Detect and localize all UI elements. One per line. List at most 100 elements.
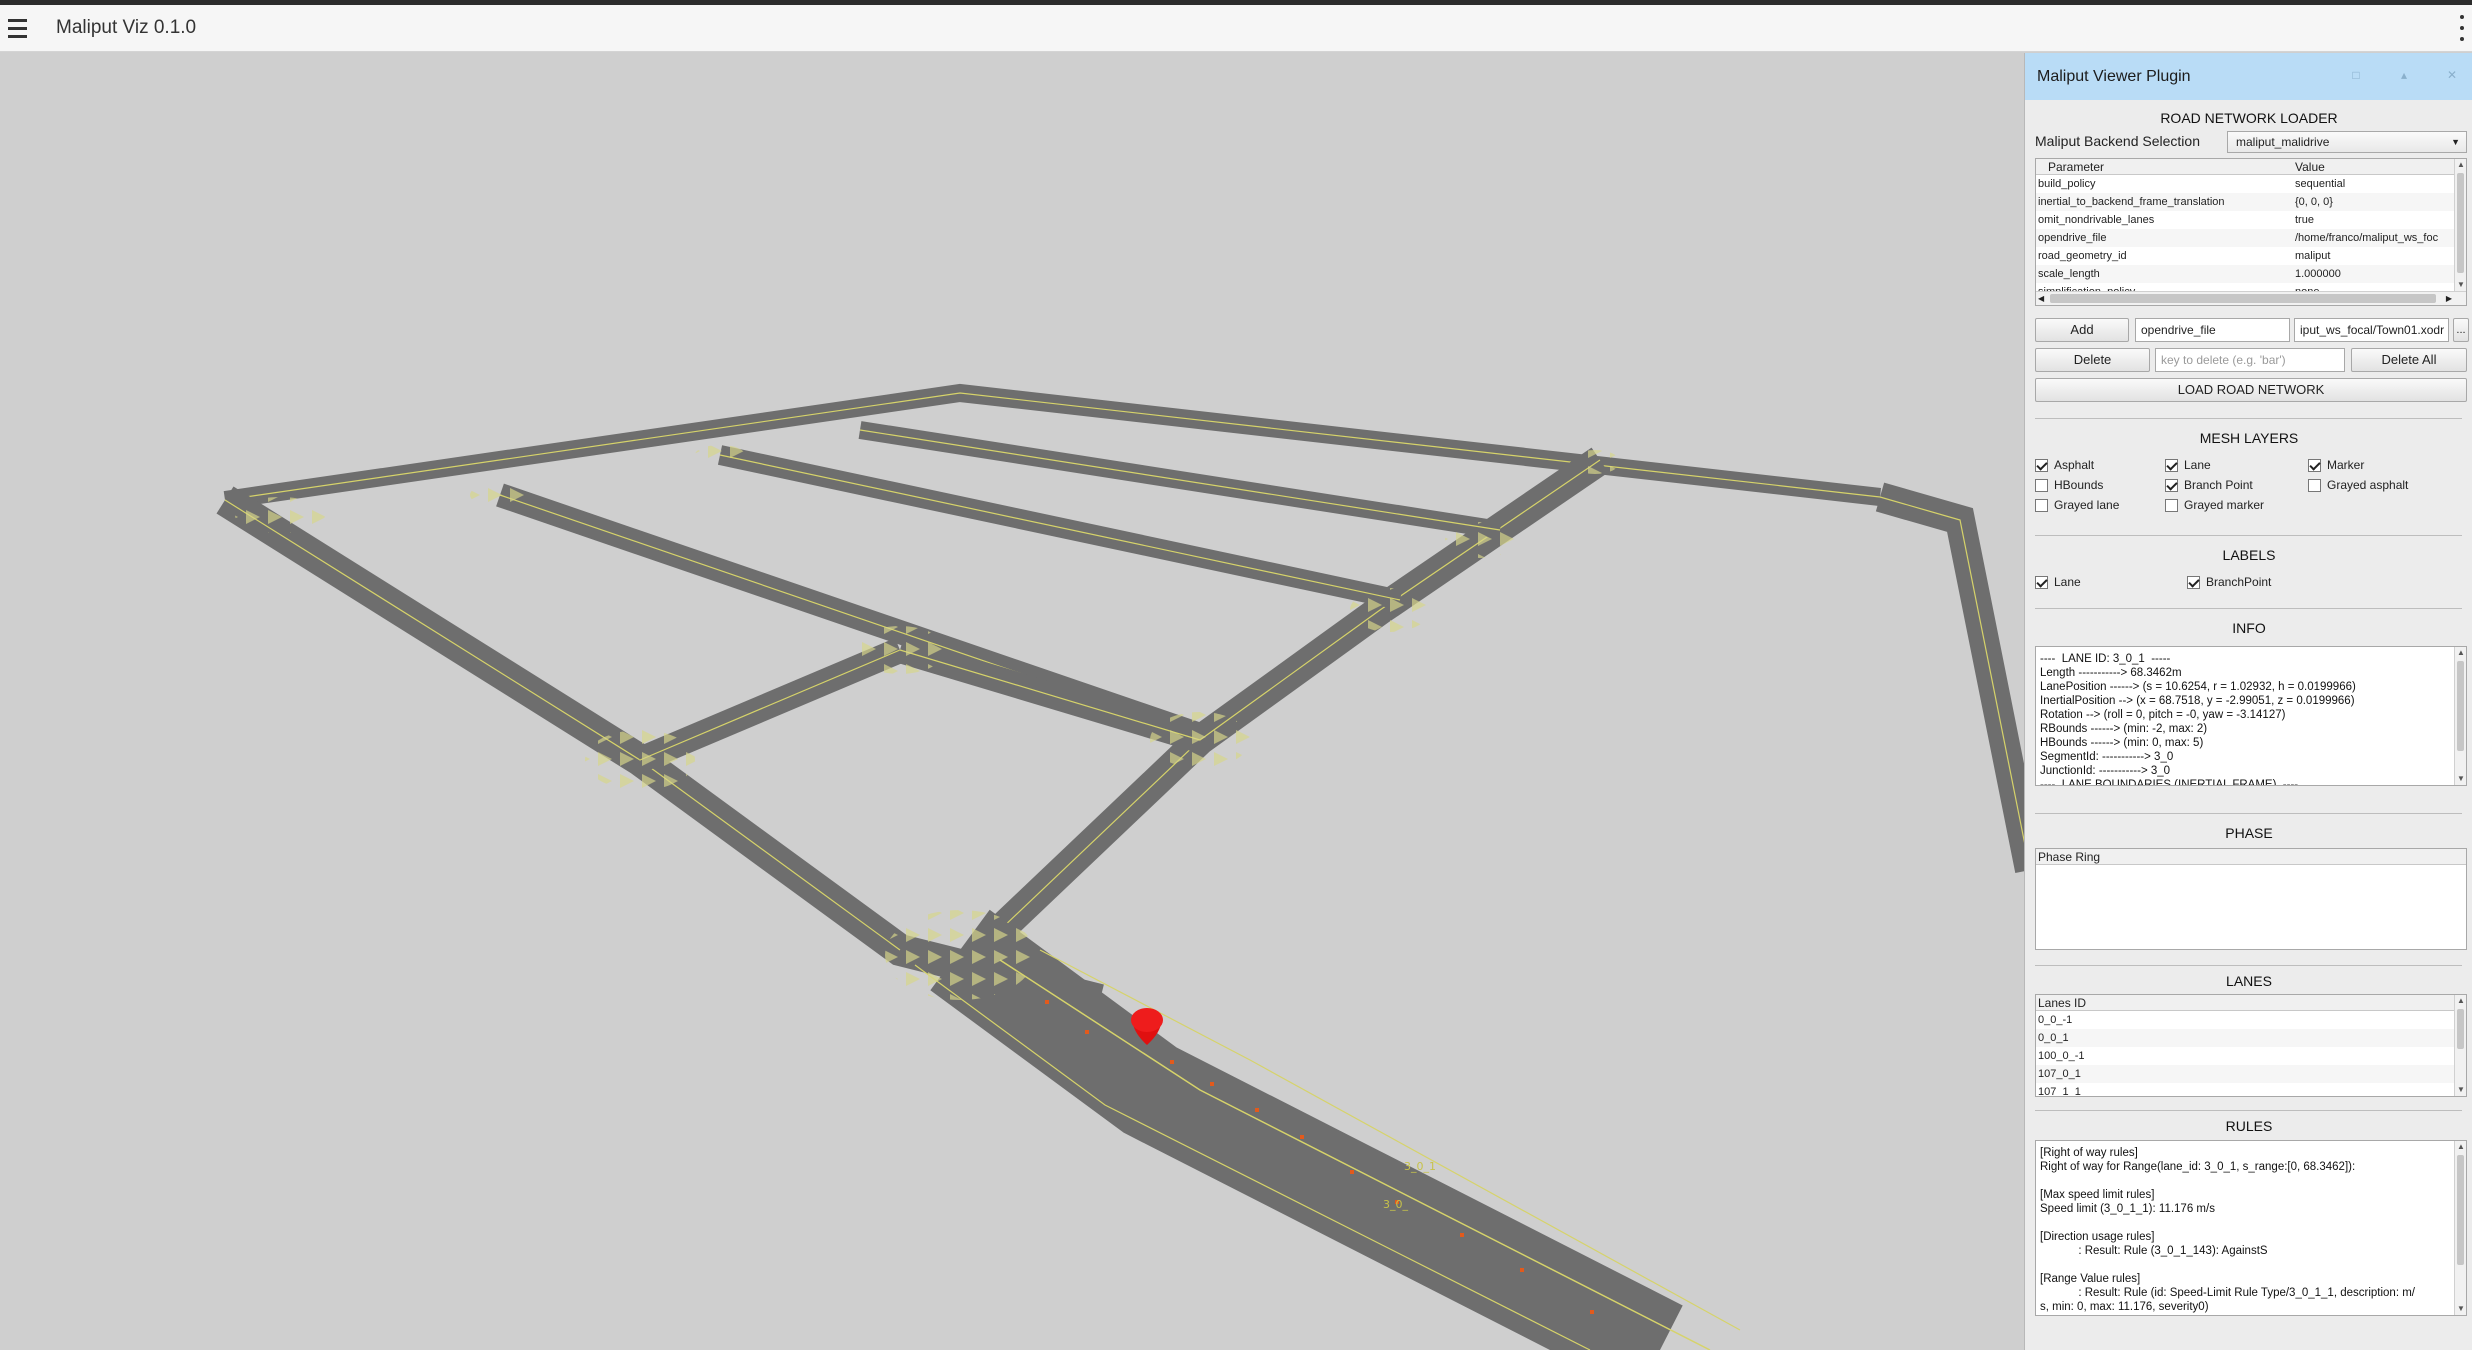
3d-viewport[interactable]: 3_0_1 3_0_ [0, 53, 2024, 1350]
checkbox-icon[interactable] [2187, 575, 2200, 589]
rules-line: [Range Value rules] [2040, 1273, 2141, 1285]
checkbox-label: Grayed asphalt [2327, 478, 2409, 492]
info-line: Rotation --> (roll = 0, pitch = -0, yaw … [2040, 709, 2286, 721]
scroll-left-icon[interactable]: ◀ [2038, 292, 2044, 305]
scroll-down-icon[interactable]: ▼ [2455, 773, 2466, 785]
lanes-scrollbar[interactable]: ▲ ▼ [2454, 995, 2466, 1096]
lane-list-item[interactable]: 107_0_1 [2036, 1065, 2466, 1083]
mesh-layer-checkbox[interactable]: Grayed lane [2035, 498, 2119, 512]
parameter-row[interactable]: build_policy sequential [2036, 175, 2466, 193]
parameters-table[interactable]: Parameter Value build_policy sequential in… [2035, 158, 2467, 306]
checkbox-icon[interactable] [2035, 575, 2048, 589]
lanes-rows: 0_0_-1 0_0_1 100_0_-1 107_0_1 107_1_1 [2036, 1011, 2466, 1096]
scroll-down-icon[interactable]: ▼ [2455, 1303, 2466, 1315]
delete-all-button[interactable]: Delete All [2351, 348, 2467, 372]
mesh-layer-checkbox[interactable]: Grayed asphalt [2308, 478, 2408, 492]
phase-ring-tree[interactable]: Phase Ring [2035, 848, 2467, 950]
parameter-row[interactable]: inertial_to_backend_frame_translation {0,… [2036, 193, 2466, 211]
add-key-input[interactable]: opendrive_file [2135, 318, 2290, 342]
add-parameter-button[interactable]: Add [2035, 318, 2129, 342]
rules-line: [Max speed limit rules] [2040, 1189, 2155, 1201]
scroll-down-icon[interactable]: ▼ [2455, 1084, 2466, 1096]
info-line: Length -----------> 68.3462m [2040, 667, 2182, 679]
parameter-value: true [2295, 214, 2314, 226]
scrollbar-thumb[interactable] [2457, 1009, 2464, 1049]
road-network-scene[interactable]: 3_0_1 3_0_ [0, 53, 2024, 1350]
scrollbar-thumb[interactable] [2457, 173, 2464, 273]
scroll-up-icon[interactable]: ▲ [2455, 159, 2466, 171]
parameter-row[interactable]: omit_nondrivable_lanes true [2036, 211, 2466, 229]
close-icon[interactable]: ✕ [2444, 67, 2460, 83]
params-vertical-scrollbar[interactable]: ▲ ▼ [2454, 159, 2466, 291]
lanes-list[interactable]: Lanes ID 0_0_-1 0_0_1 100_0_-1 107_0_1 107_1… [2035, 994, 2467, 1097]
more-options-icon[interactable] [2456, 15, 2468, 41]
info-textbox[interactable]: ---- LANE ID: 3_0_1 ----- Length --------… [2035, 646, 2467, 786]
label-checkbox[interactable]: BranchPoint [2187, 575, 2271, 589]
checkbox-icon[interactable] [2308, 458, 2321, 472]
checkbox-icon[interactable] [2165, 498, 2178, 512]
scroll-down-icon[interactable]: ▼ [2455, 279, 2466, 291]
lane-list-item[interactable]: 107_1_1 [2036, 1083, 2466, 1096]
rules-scrollbar[interactable]: ▲ ▼ [2454, 1141, 2466, 1315]
info-line: InertialPosition --> (x = 68.7518, y = -… [2040, 695, 2355, 707]
checkbox-icon[interactable] [2035, 478, 2048, 492]
add-value-input[interactable]: iput_ws_focal/Town01.xodr [2294, 318, 2449, 342]
rules-line: : Result: Rule (3_0_1_143): AgainstS [2040, 1245, 2268, 1257]
mesh-layer-checkbox[interactable]: Lane [2165, 458, 2211, 472]
collapse-icon[interactable]: ▴ [2396, 67, 2412, 83]
checkbox-icon[interactable] [2035, 458, 2048, 472]
mesh-layer-checkbox[interactable]: Marker [2308, 458, 2364, 472]
checkbox-label: Lane [2184, 458, 2211, 472]
divider [2035, 965, 2462, 966]
rules-line: [Direction usage rules] [2040, 1231, 2155, 1243]
parameter-value: {0, 0, 0} [2295, 196, 2333, 208]
lane-list-item[interactable]: 0_0_-1 [2036, 1011, 2466, 1029]
rules-textbox[interactable]: [Right of way rules] Right of way for Ran… [2035, 1140, 2467, 1316]
load-road-network-button[interactable]: LOAD ROAD NETWORK [2035, 378, 2467, 402]
checkbox-icon[interactable] [2308, 478, 2321, 492]
rules-line: Right of way for Range(lane_id: 3_0_1, s… [2040, 1161, 2356, 1173]
rules-line [2040, 1258, 2450, 1272]
scroll-up-icon[interactable]: ▲ [2455, 995, 2466, 1007]
parameter-row[interactable]: scale_length 1.000000 [2036, 265, 2466, 283]
backend-selection-label: Maliput Backend Selection [2035, 133, 2200, 149]
info-scrollbar[interactable]: ▲ ▼ [2454, 647, 2466, 785]
scroll-right-icon[interactable]: ▶ [2446, 292, 2452, 305]
browse-file-button[interactable]: ... [2453, 318, 2469, 342]
mesh-layer-checkbox[interactable]: Asphalt [2035, 458, 2094, 472]
scroll-up-icon[interactable]: ▲ [2455, 1141, 2466, 1153]
scrollbar-thumb[interactable] [2457, 1155, 2464, 1265]
parameter-row[interactable]: road_geometry_id maliput [2036, 247, 2466, 265]
backend-select[interactable]: maliput_malidrive ▼ [2227, 131, 2467, 153]
hamburger-menu-icon[interactable] [0, 11, 34, 45]
parameter-key: inertial_to_backend_frame_translation [2038, 196, 2225, 208]
delete-parameter-button[interactable]: Delete [2035, 348, 2150, 372]
info-line: HBounds ------> (min: 0, max: 5) [2040, 737, 2204, 749]
scrollbar-thumb[interactable] [2457, 661, 2464, 751]
lane-list-item[interactable]: 100_0_-1 [2036, 1047, 2466, 1065]
lane-list-item[interactable]: 0_0_1 [2036, 1029, 2466, 1047]
float-window-icon[interactable]: □ [2348, 67, 2364, 83]
parameter-row[interactable]: opendrive_file/home/franco/maliput_ws_fo… [2036, 229, 2466, 247]
segment-label: 3_0_ [1383, 1198, 1408, 1211]
app-titlebar: Maliput Viz 0.1.0 [0, 5, 2472, 52]
label-checkbox[interactable]: Lane [2035, 575, 2081, 589]
scroll-up-icon[interactable]: ▲ [2455, 647, 2466, 659]
chevron-down-icon: ▼ [2451, 137, 2460, 147]
lanes-title: LANES [2226, 973, 2272, 989]
checkbox-icon[interactable] [2165, 458, 2178, 472]
checkbox-label: Grayed lane [2054, 498, 2120, 512]
checkbox-icon[interactable] [2165, 478, 2178, 492]
parameter-value: maliput [2295, 250, 2331, 262]
divider [2035, 1110, 2462, 1111]
checkbox-label: HBounds [2054, 478, 2104, 492]
mesh-layer-checkbox[interactable]: HBounds [2035, 478, 2103, 492]
checkbox-icon[interactable] [2035, 498, 2048, 512]
mesh-layer-checkbox[interactable]: Branch Point [2165, 478, 2253, 492]
h-scrollbar-thumb[interactable] [2050, 294, 2436, 303]
params-horizontal-scrollbar[interactable]: ◀ ▶ [2036, 291, 2466, 305]
delete-key-input[interactable]: key to delete (e.g. 'bar') [2155, 348, 2345, 372]
app-title: Maliput Viz 0.1.0 [56, 17, 197, 38]
mesh-layer-checkbox[interactable]: Grayed marker [2165, 498, 2264, 512]
parameter-key: build_policy [2038, 178, 2096, 190]
